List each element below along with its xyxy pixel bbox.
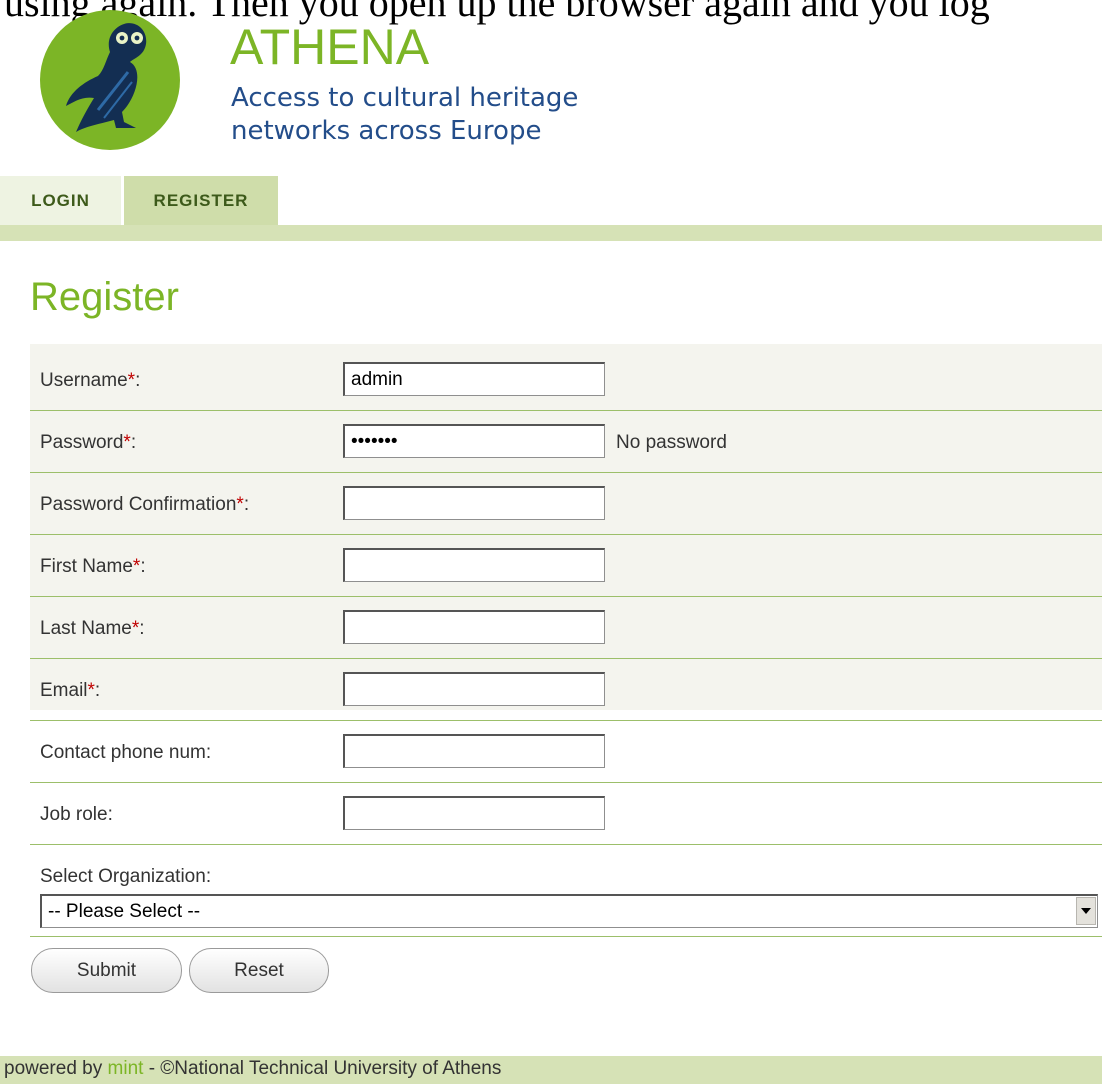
row-divider bbox=[30, 782, 1102, 783]
row-divider bbox=[30, 472, 1102, 473]
page-title: Register bbox=[30, 275, 179, 319]
password-confirmation-label: Password Confirmation*: bbox=[40, 494, 250, 515]
required-marker: * bbox=[87, 680, 95, 701]
password-strength-note: No password bbox=[616, 432, 727, 453]
last-name-label: Last Name*: bbox=[40, 618, 145, 639]
contact-phone-label: Contact phone num: bbox=[40, 742, 212, 763]
required-marker: * bbox=[131, 618, 140, 639]
username-label: Username*: bbox=[40, 370, 141, 391]
contact-phone-input[interactable] bbox=[343, 734, 605, 768]
chevron-down-icon[interactable] bbox=[1076, 897, 1096, 925]
brand-subtitle-line2: networks across Europe bbox=[231, 115, 542, 146]
first-name-input[interactable] bbox=[343, 548, 605, 582]
row-divider bbox=[30, 844, 1102, 845]
password-input[interactable] bbox=[343, 424, 605, 458]
row-divider bbox=[30, 658, 1102, 659]
row-divider bbox=[30, 534, 1102, 535]
first-name-label-text: First Name bbox=[40, 556, 133, 577]
job-role-input[interactable] bbox=[343, 796, 605, 830]
footer-text: powered by mint - ©National Technical Un… bbox=[4, 1058, 501, 1080]
required-marker: * bbox=[123, 432, 131, 453]
password-confirmation-input[interactable] bbox=[343, 486, 605, 520]
password-label: Password*: bbox=[40, 432, 137, 453]
owl-logo-icon[interactable] bbox=[40, 0, 180, 160]
tab-register[interactable]: REGISTER bbox=[124, 176, 278, 225]
brand-subtitle-line1: Access to cultural heritage bbox=[231, 83, 579, 113]
row-divider bbox=[30, 596, 1102, 597]
footer-copyright: - ©National Technical University of Athe… bbox=[143, 1058, 502, 1079]
organization-label: Select Organization: bbox=[40, 866, 212, 887]
email-label: Email*: bbox=[40, 680, 101, 701]
password-confirmation-label-text: Password Confirmation bbox=[40, 494, 237, 515]
tab-bar-underline bbox=[0, 225, 1102, 241]
last-name-input[interactable] bbox=[343, 610, 605, 644]
brand-subtitle: Access to cultural heritage networks acr… bbox=[231, 82, 578, 147]
password-label-text: Password bbox=[40, 432, 124, 453]
organization-select[interactable]: -- Please Select -- bbox=[40, 894, 1098, 928]
footer-prefix: powered by bbox=[4, 1058, 108, 1079]
brand-title: ATHENA bbox=[230, 19, 430, 75]
tab-login[interactable]: LOGIN bbox=[0, 176, 124, 225]
username-label-text: Username bbox=[40, 370, 128, 391]
username-input[interactable] bbox=[343, 362, 605, 396]
email-field[interactable] bbox=[343, 672, 605, 706]
row-divider bbox=[30, 410, 1102, 411]
row-divider bbox=[30, 936, 1102, 937]
required-marker: * bbox=[132, 556, 141, 577]
footer: powered by mint - ©National Technical Un… bbox=[0, 1056, 1102, 1084]
submit-button[interactable]: Submit bbox=[31, 948, 182, 993]
required-marker: * bbox=[127, 370, 136, 391]
reset-button[interactable]: Reset bbox=[189, 948, 329, 993]
job-role-label: Job role: bbox=[40, 804, 113, 825]
first-name-label: First Name*: bbox=[40, 556, 146, 577]
last-name-label-text: Last Name bbox=[40, 618, 132, 639]
footer-mint-link[interactable]: mint bbox=[108, 1058, 144, 1079]
required-marker: * bbox=[236, 494, 244, 515]
register-form-panel bbox=[30, 344, 1102, 710]
email-label-text: Email bbox=[40, 680, 88, 701]
row-divider bbox=[30, 720, 1102, 721]
organization-selected-value: -- Please Select -- bbox=[48, 901, 201, 922]
